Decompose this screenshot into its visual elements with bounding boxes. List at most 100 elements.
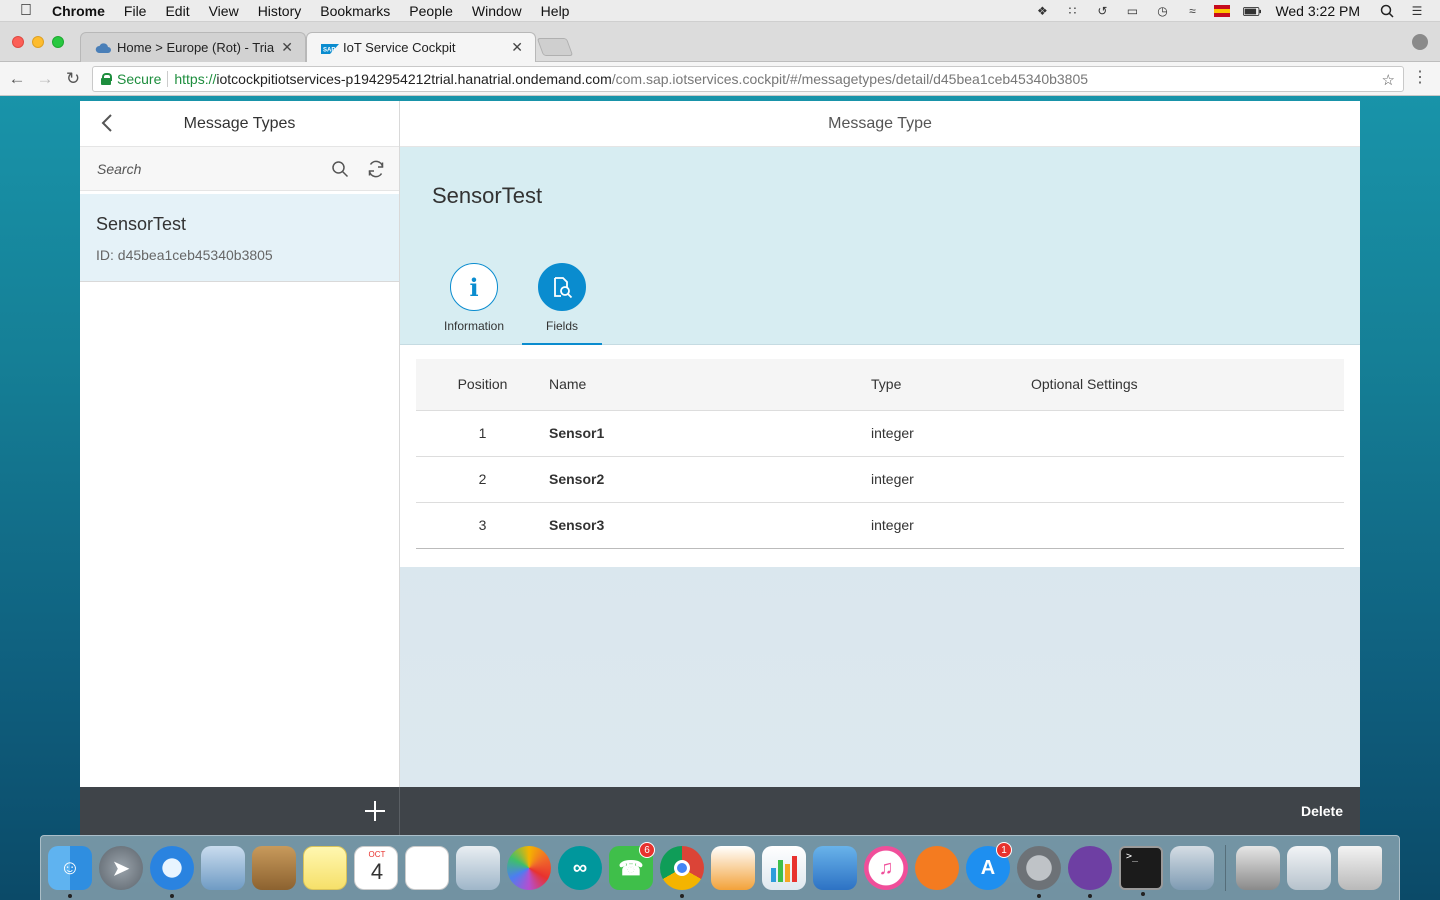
finder-face-glyph: ☺	[59, 856, 81, 879]
grid-dots-icon[interactable]: ∷	[1063, 4, 1081, 18]
wifi-icon[interactable]: ≈	[1183, 4, 1201, 18]
arduino-icon[interactable]: ∞	[558, 846, 602, 890]
profile-avatar-icon[interactable]	[1412, 34, 1428, 50]
cell-optional-settings	[1031, 410, 1344, 457]
pages-icon[interactable]	[711, 846, 755, 890]
trash-icon[interactable]	[1338, 846, 1382, 890]
calendar-icon[interactable]: OCT 4	[354, 846, 398, 890]
table-row[interactable]: 3 Sensor3 integer	[416, 502, 1344, 549]
battery-icon[interactable]	[1243, 4, 1262, 18]
refresh-icon[interactable]	[365, 158, 387, 180]
running-indicator	[1088, 894, 1092, 898]
downloads-stack-icon[interactable]	[1287, 846, 1331, 890]
contacts-icon[interactable]	[252, 846, 296, 890]
new-tab-button[interactable]	[536, 38, 574, 56]
launchpad-icon[interactable]: ➤	[99, 846, 143, 890]
menubar-clock[interactable]: Wed 3:22 PM	[1275, 3, 1360, 19]
cell-position: 2	[416, 456, 549, 503]
url-path: /com.sap.iotservices.cockpit/#/messagety…	[611, 71, 1089, 87]
tab-iot-service-cockpit[interactable]: SAP IoT Service Cockpit ✕	[306, 32, 536, 62]
cell-optional-settings	[1031, 456, 1344, 503]
back-arrow-icon[interactable]: ←	[8, 70, 26, 88]
cell-name: Sensor2	[549, 456, 871, 503]
column-header-optional-settings: Optional Settings	[1031, 359, 1344, 411]
address-bar[interactable]: Secure https:// iotcockpitiotservices-p1…	[92, 66, 1404, 92]
close-tab-icon[interactable]: ✕	[511, 39, 523, 56]
tab-home-europe[interactable]: Home > Europe (Rot) - Trial > ✕	[80, 32, 306, 62]
menu-window[interactable]: Window	[472, 3, 522, 19]
delete-button[interactable]: Delete	[1301, 803, 1343, 819]
photos-icon[interactable]	[507, 846, 551, 890]
mail-icon[interactable]	[201, 846, 245, 890]
fields-table-container: Position Name Type Optional Settings 1 S…	[400, 345, 1360, 567]
bookmark-star-icon[interactable]: ☆	[1382, 71, 1395, 89]
url-divider	[167, 71, 169, 87]
reload-icon[interactable]: ↻	[64, 70, 82, 88]
system-preferences-icon[interactable]	[1017, 846, 1061, 898]
forward-arrow-icon[interactable]: →	[36, 70, 54, 88]
tab-information[interactable]: i Information	[434, 263, 514, 333]
dropbox-icon[interactable]: ❖	[1033, 4, 1051, 18]
ibooks-icon[interactable]	[915, 846, 959, 890]
menu-people[interactable]: People	[409, 3, 453, 19]
search-input[interactable]	[97, 160, 315, 177]
documents-folder-icon[interactable]	[1236, 846, 1280, 890]
list-item[interactable]: SensorTest ID: d45bea1ceb45340b3805	[80, 194, 399, 282]
apple-menu-icon[interactable]: 	[20, 2, 36, 19]
preview-icon[interactable]	[456, 846, 500, 890]
numbers-icon[interactable]	[762, 846, 806, 890]
facetime-icon[interactable]: ☎ 6	[609, 842, 655, 890]
keynote-icon[interactable]	[813, 846, 857, 890]
table-row[interactable]: 2 Sensor2 integer	[416, 456, 1344, 503]
menu-app-name[interactable]: Chrome	[52, 3, 105, 19]
airplay-icon[interactable]: ▭	[1123, 4, 1141, 18]
finder-icon[interactable]: ☺	[48, 846, 92, 898]
close-window-button[interactable]	[12, 36, 24, 48]
iot-cockpit-app: Message Types SensorTest ID: d45bea1ceb4…	[80, 101, 1360, 835]
safari-icon[interactable]	[150, 846, 194, 898]
master-header: Message Types	[80, 101, 399, 147]
time-machine-icon[interactable]: ◷	[1153, 4, 1171, 18]
menu-history[interactable]: History	[258, 3, 302, 19]
window-controls	[12, 36, 64, 48]
maximize-window-button[interactable]	[52, 36, 64, 48]
selected-tab-indicator	[522, 343, 602, 345]
image-capture-icon[interactable]	[1170, 846, 1214, 890]
music-note-glyph: ♫	[878, 856, 894, 879]
browser-menu-icon[interactable]: ⋮	[1412, 69, 1428, 87]
github-icon[interactable]	[1068, 846, 1112, 898]
running-indicator	[170, 894, 174, 898]
notes-icon[interactable]	[303, 846, 347, 890]
itunes-icon[interactable]: ♫	[864, 846, 908, 890]
menu-edit[interactable]: Edit	[165, 3, 189, 19]
menu-view[interactable]: View	[209, 3, 239, 19]
flag-icon[interactable]	[1213, 4, 1231, 18]
svg-text:SAP: SAP	[323, 47, 335, 53]
search-icon[interactable]	[329, 158, 351, 180]
cloud-icon	[95, 42, 111, 54]
menu-bookmarks[interactable]: Bookmarks	[320, 3, 390, 19]
tab-fields[interactable]: Fields	[522, 263, 602, 333]
calendar-day: 4	[370, 859, 384, 884]
add-icon[interactable]	[363, 799, 387, 823]
info-icon: i	[450, 263, 498, 311]
table-row[interactable]: 1 Sensor1 integer	[416, 410, 1344, 457]
chrome-icon[interactable]	[660, 846, 704, 898]
back-chevron-icon[interactable]	[96, 111, 120, 135]
notification-center-icon[interactable]: ☰	[1408, 4, 1426, 18]
terminal-icon[interactable]: >_	[1119, 846, 1163, 896]
running-indicator	[680, 894, 684, 898]
tab-title: Home > Europe (Rot) - Trial >	[117, 40, 276, 55]
infinity-glyph: ∞	[572, 856, 588, 879]
menu-help[interactable]: Help	[541, 3, 570, 19]
close-tab-icon[interactable]: ✕	[281, 39, 293, 56]
cell-position: 1	[416, 410, 549, 457]
menu-file[interactable]: File	[124, 3, 147, 19]
menubar-tray: ❖ ∷ ↺ ▭ ◷ ≈ Wed 3:22 PM ☰	[1027, 0, 1440, 22]
reminders-icon[interactable]	[405, 846, 449, 890]
list-item-id: ID: d45bea1ceb45340b3805	[96, 247, 273, 263]
app-store-icon[interactable]: A1	[966, 842, 1012, 890]
spotlight-search-icon[interactable]	[1378, 4, 1396, 18]
minimize-window-button[interactable]	[32, 36, 44, 48]
spiral-icon[interactable]: ↺	[1093, 4, 1111, 18]
